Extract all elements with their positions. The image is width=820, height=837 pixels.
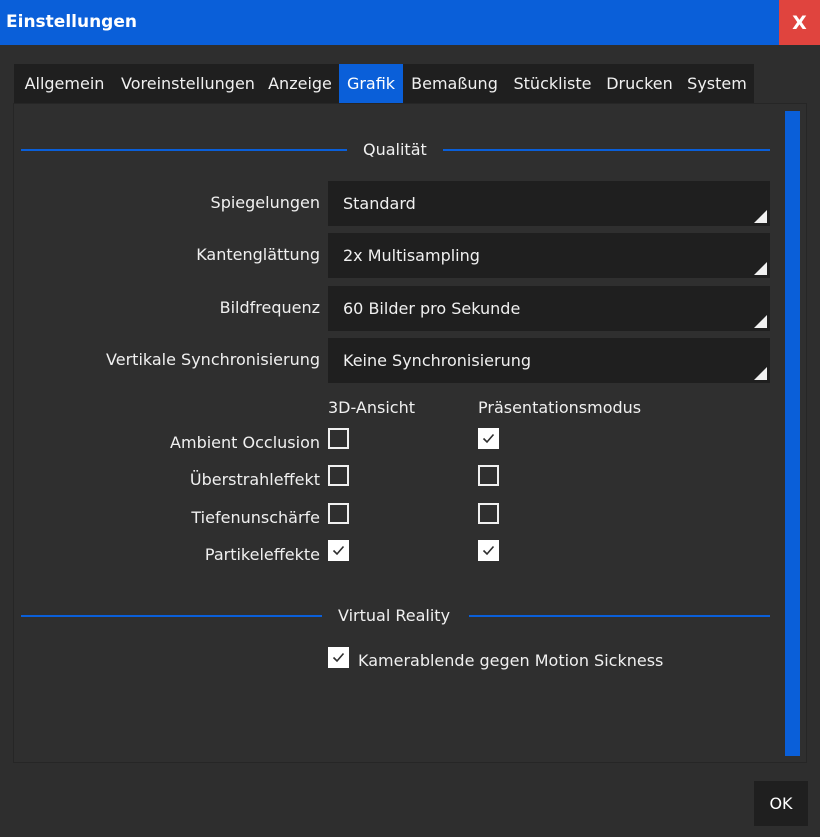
checkmark-icon (482, 433, 495, 444)
label-kantenglaettung: Kantenglättung (196, 245, 320, 264)
close-button[interactable]: X (779, 0, 820, 45)
checkbox-partikeleffekte-3d[interactable] (328, 540, 349, 561)
checkbox-tiefenunschaerfe-presentation[interactable] (478, 503, 499, 524)
section-divider (469, 615, 770, 617)
checkmark-icon (482, 545, 495, 556)
checkbox-ambient-occlusion-presentation[interactable] (478, 428, 499, 449)
dropdown-arrow-icon (754, 367, 767, 380)
label-motion-sickness: Kamerablende gegen Motion Sickness (358, 651, 664, 670)
label-ambient-occlusion: Ambient Occlusion (170, 433, 320, 452)
dropdown-value: Keine Synchronisierung (343, 351, 531, 370)
tab-voreinstellungen[interactable]: Voreinstellungen (115, 64, 261, 103)
tab-bemassung[interactable]: Bemaßung (403, 64, 506, 103)
tab-grafik[interactable]: Grafik (339, 64, 403, 103)
tab-anzeige[interactable]: Anzeige (261, 64, 339, 103)
dropdown-kantenglaettung[interactable]: 2x Multisampling (328, 233, 770, 278)
dropdown-arrow-icon (754, 262, 767, 275)
column-header-3d-view: 3D-Ansicht (328, 398, 415, 417)
dropdown-vsync[interactable]: Keine Synchronisierung (328, 338, 770, 383)
checkmark-icon (332, 545, 345, 556)
section-divider (21, 149, 347, 151)
dropdown-value: Standard (343, 194, 416, 213)
tab-system[interactable]: System (680, 64, 754, 103)
dropdown-spiegelungen[interactable]: Standard (328, 181, 770, 226)
checkbox-tiefenunschaerfe-3d[interactable] (328, 503, 349, 524)
dropdown-value: 60 Bilder pro Sekunde (343, 299, 521, 318)
label-vsync: Vertikale Synchronisierung (106, 350, 320, 369)
checkbox-ueberstrahleffekt-3d[interactable] (328, 465, 349, 486)
column-header-presentation: Präsentationsmodus (478, 398, 642, 417)
label-spiegelungen: Spiegelungen (210, 193, 320, 212)
checkbox-ueberstrahleffekt-presentation[interactable] (478, 465, 499, 486)
label-partikeleffekte: Partikeleffekte (204, 545, 320, 564)
label-tiefenunschaerfe: Tiefenunschärfe (191, 508, 320, 527)
section-title-vr: Virtual Reality (338, 606, 451, 625)
label-ueberstrahleffekt: Überstrahleffekt (189, 470, 320, 489)
label-bildfrequenz: Bildfrequenz (219, 298, 320, 317)
ok-button[interactable]: OK (754, 781, 808, 826)
dropdown-arrow-icon (754, 315, 767, 328)
checkbox-motion-sickness[interactable] (328, 647, 349, 668)
title-bar: Einstellungen X (0, 0, 820, 45)
dropdown-bildfrequenz[interactable]: 60 Bilder pro Sekunde (328, 286, 770, 331)
checkbox-ambient-occlusion-3d[interactable] (328, 428, 349, 449)
tab-drucken[interactable]: Drucken (599, 64, 680, 103)
tab-bar: Allgemein Voreinstellungen Anzeige Grafi… (14, 64, 754, 103)
tab-allgemein[interactable]: Allgemein (14, 64, 115, 103)
section-title-quality: Qualität (363, 140, 427, 159)
window-title: Einstellungen (6, 12, 137, 32)
section-divider (443, 149, 770, 151)
dropdown-arrow-icon (754, 210, 767, 223)
checkmark-icon (332, 652, 345, 663)
scrollbar[interactable] (785, 111, 800, 756)
checkbox-partikeleffekte-presentation[interactable] (478, 540, 499, 561)
section-divider (21, 615, 322, 617)
tab-stueckliste[interactable]: Stückliste (506, 64, 599, 103)
dropdown-value: 2x Multisampling (343, 246, 480, 265)
